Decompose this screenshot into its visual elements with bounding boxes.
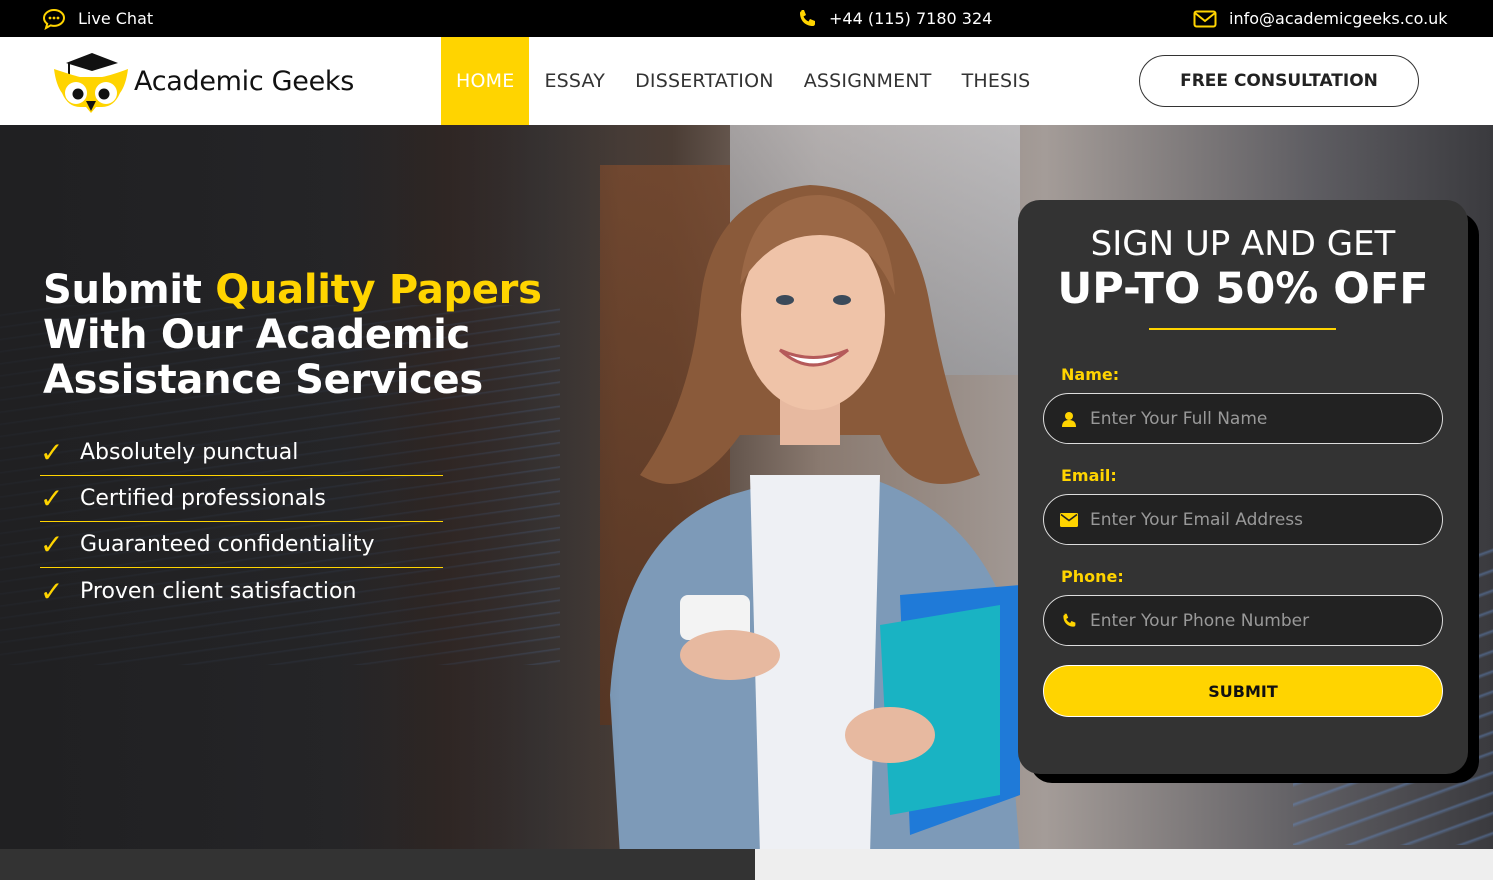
phone-field[interactable] — [1043, 595, 1443, 646]
live-chat-label: Live Chat — [78, 9, 154, 28]
nav-home[interactable]: HOME — [441, 37, 530, 125]
feature-text: Guaranteed confidentiality — [80, 532, 375, 557]
main-header: Academic Geeks HOME ESSAY DISSERTATION A… — [0, 37, 1493, 125]
bottom-section-left — [0, 849, 755, 880]
signup-form: SIGN UP AND GET UP-TO 50% OFF Name: Emai… — [1018, 200, 1468, 774]
top-bar: Live Chat +44 (115) 7180 324 info@academ… — [0, 0, 1493, 37]
logo[interactable]: Academic Geeks — [52, 49, 354, 113]
main-nav: HOME ESSAY DISSERTATION ASSIGNMENT THESI… — [441, 37, 1045, 125]
checkmark-icon: ✓ — [40, 482, 64, 515]
chat-bubble-icon — [42, 8, 66, 30]
student-photo — [610, 185, 1020, 849]
name-input[interactable] — [1090, 408, 1420, 429]
email-label: Email: — [1061, 466, 1117, 485]
phone-number: +44 (115) 7180 324 — [829, 9, 993, 28]
bottom-section-right — [755, 849, 1493, 880]
email-address: info@academicgeeks.co.uk — [1229, 9, 1448, 28]
checkmark-icon: ✓ — [40, 528, 64, 561]
phone-icon — [1044, 613, 1090, 629]
phone-link[interactable]: +44 (115) 7180 324 — [797, 0, 992, 37]
title-divider — [1149, 328, 1336, 330]
name-label: Name: — [1061, 365, 1120, 384]
feature-item: ✓ Guaranteed confidentiality — [40, 522, 443, 568]
feature-item: ✓ Certified professionals — [40, 476, 443, 522]
headline-line3: Assistance Services — [43, 357, 483, 403]
envelope-icon — [1193, 10, 1217, 27]
feature-list: ✓ Absolutely punctual ✓ Certified professi… — [40, 430, 443, 614]
feature-text: Certified professionals — [80, 486, 326, 511]
nav-assignment[interactable]: ASSIGNMENT — [789, 37, 947, 125]
checkmark-icon: ✓ — [40, 436, 64, 469]
nav-essay[interactable]: ESSAY — [529, 37, 620, 125]
headline-pre: Submit — [43, 267, 216, 313]
headline-highlight: Quality Papers — [215, 267, 542, 313]
headline-line2: With Our Academic — [43, 312, 470, 358]
feature-item: ✓ Absolutely punctual — [40, 430, 443, 476]
hero-headline: Submit Quality Papers With Our Academic … — [43, 268, 542, 403]
nav-thesis[interactable]: THESIS — [947, 37, 1046, 125]
email-field[interactable] — [1043, 494, 1443, 545]
phone-input[interactable] — [1090, 610, 1420, 631]
owl-logo-icon — [54, 53, 128, 113]
checkmark-icon: ✓ — [40, 574, 64, 608]
hero-section: Submit Quality Papers With Our Academic … — [0, 125, 1493, 849]
feature-text: Proven client satisfaction — [80, 578, 357, 604]
feature-text: Absolutely punctual — [80, 440, 299, 465]
phone-label: Phone: — [1061, 567, 1124, 586]
live-chat-link[interactable]: Live Chat — [42, 0, 153, 37]
free-consultation-button[interactable]: FREE CONSULTATION — [1139, 55, 1419, 107]
name-field[interactable] — [1043, 393, 1443, 444]
submit-button[interactable]: SUBMIT — [1043, 665, 1443, 717]
envelope-icon — [1044, 512, 1090, 527]
logo-text: Academic Geeks — [134, 65, 355, 97]
nav-dissertation[interactable]: DISSERTATION — [620, 37, 789, 125]
feature-item: ✓ Proven client satisfaction — [40, 568, 443, 614]
signup-title-line1: SIGN UP AND GET — [1090, 224, 1396, 264]
email-input[interactable] — [1090, 509, 1420, 530]
user-icon — [1044, 411, 1090, 427]
phone-icon — [800, 9, 815, 26]
email-link[interactable]: info@academicgeeks.co.uk — [1193, 0, 1448, 37]
signup-title-line2: UP-TO 50% OFF — [1057, 264, 1429, 314]
